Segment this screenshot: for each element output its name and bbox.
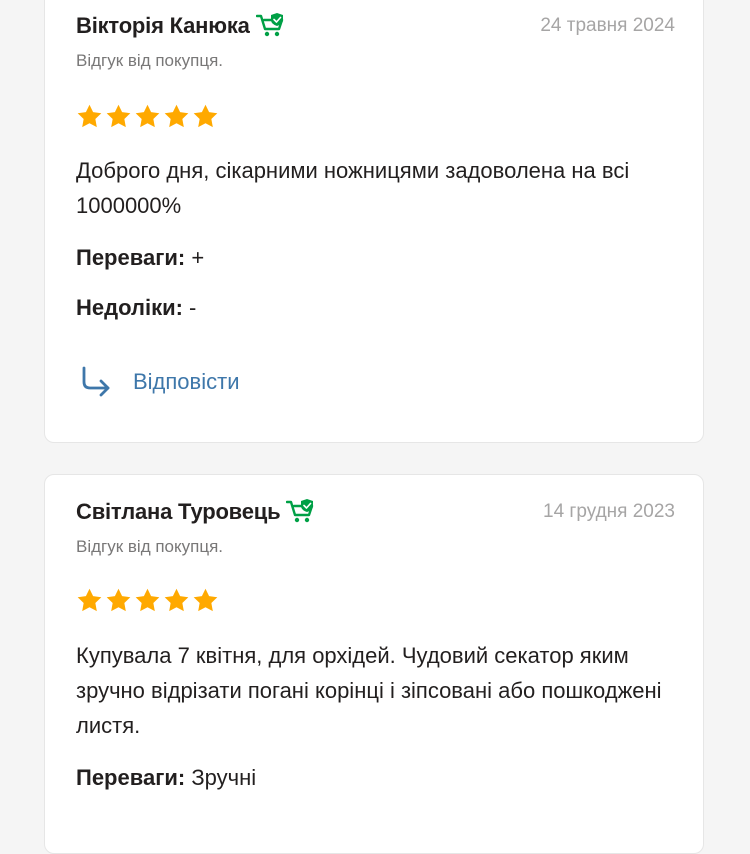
review-author: Світлана Туровець (76, 499, 281, 524)
star-icon (106, 104, 131, 128)
review-card: Вікторія Канюка 24 травня 2024 Відгук ві… (44, 0, 704, 443)
review-header: Світлана Туровець 14 грудня 2023 (76, 499, 675, 525)
review-card: Світлана Туровець 14 грудня 2023 Відгук … (44, 474, 704, 854)
verified-buyer-cart-icon (255, 13, 286, 39)
star-icon (135, 588, 160, 612)
reply-label: Відповісти (133, 369, 240, 394)
rating-stars (76, 587, 219, 614)
star-icon (135, 104, 160, 128)
star-icon (106, 588, 131, 612)
pros-label: Переваги: (76, 765, 186, 790)
pros-value: + (185, 245, 205, 270)
pros-value: Зручні (185, 765, 257, 790)
review-text: Доброго дня, сікарними ножницями задовол… (76, 158, 630, 218)
buyer-label: Відгук від покупця. (76, 537, 224, 556)
review-author: Вікторія Канюка (76, 13, 250, 38)
star-icon (164, 104, 189, 128)
star-icon (77, 104, 102, 128)
buyer-label: Відгук від покупця. (76, 51, 224, 70)
review-pros: Переваги: Зручні (76, 765, 256, 791)
cons-label: Недоліки: (76, 295, 183, 320)
review-text: Купувала 7 квітня, для орхідей. Чудовий … (76, 643, 662, 738)
rating-stars (76, 103, 219, 130)
review-cons: Недоліки: - (76, 295, 196, 321)
review-date: 24 травня 2024 (540, 15, 675, 36)
review-pros: Переваги: + (76, 245, 204, 271)
verified-buyer-cart-icon (286, 499, 316, 525)
review-header: Вікторія Канюка 24 травня 2024 (76, 13, 675, 39)
star-icon (164, 588, 189, 612)
review-date: 14 грудня 2023 (543, 501, 675, 522)
reply-arrow-icon (82, 366, 110, 397)
reply-button[interactable]: Відповісти (79, 365, 240, 399)
star-icon (77, 588, 102, 612)
cons-value: - (182, 295, 197, 320)
star-icon (193, 588, 218, 612)
pros-label: Переваги: (76, 245, 186, 270)
star-icon (193, 104, 218, 128)
